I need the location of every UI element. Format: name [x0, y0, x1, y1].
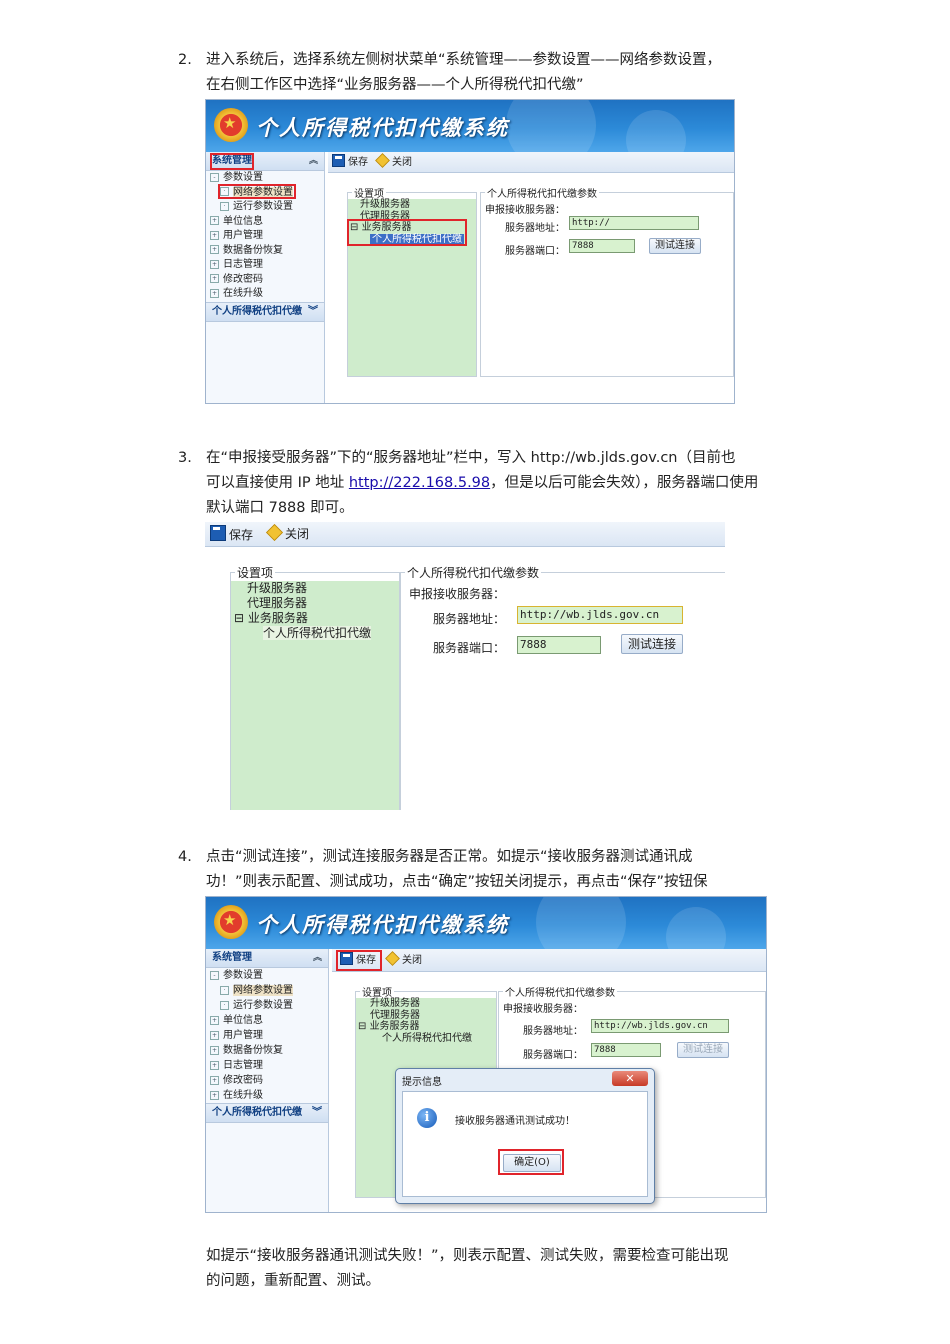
step-text: 进入系统后，选择系统左侧树状菜单“系统管理——参数设置——网络参数设置， 在右侧…: [206, 52, 722, 93]
menu-item[interactable]: + 单位信息: [206, 215, 324, 230]
save-button[interactable]: 保存: [210, 525, 253, 542]
highlight-box: [210, 153, 254, 170]
dialog-title: 提示信息: [402, 1077, 442, 1088]
server-port-input[interactable]: 7888: [591, 1043, 661, 1057]
dialog-close-button[interactable]: ✕: [612, 1071, 648, 1086]
tree-item[interactable]: 升级服务器: [231, 581, 399, 596]
info-dialog: 提示信息 ✕ i 接收服务器通讯测试成功！ 确定(O): [395, 1068, 655, 1204]
menu-item[interactable]: + 数据备份恢复: [206, 1043, 328, 1058]
menu-item[interactable]: + 数据备份恢复: [206, 244, 324, 259]
tree-item[interactable]: ⊟ 业务服务器: [231, 611, 399, 626]
failure-note: 如提示“接收服务器通讯测试失败！”，则表示配置、测试失败，需要检查可能出现 的问…: [206, 1248, 729, 1289]
menu-item[interactable]: - 参数设置: [206, 968, 328, 983]
dialog-body: i 接收服务器通讯测试成功！ 确定(O): [402, 1091, 648, 1197]
tree-item[interactable]: ⊟ 业务服务器: [356, 1021, 496, 1033]
step-number: 4.: [178, 849, 192, 865]
tree-item[interactable]: 代理服务器: [231, 596, 399, 611]
sidebar-header[interactable]: 系统管理 ︽: [206, 949, 328, 968]
dialog-message: 接收服务器通讯测试成功！: [455, 1116, 575, 1127]
server-port-input[interactable]: 7888: [569, 239, 635, 253]
ip-address-link[interactable]: http://222.168.5.98: [349, 475, 490, 491]
menu-item[interactable]: + 日志管理: [206, 258, 324, 273]
menu-item[interactable]: · 运行参数设置: [206, 998, 328, 1013]
server-address-input[interactable]: http://: [569, 216, 699, 230]
step-text: 点击“测试连接”，测试连接服务器是否正常。如提示“接收服务器测试通讯成 功！”则…: [206, 849, 708, 890]
emblem-icon: [214, 108, 248, 142]
tree-item[interactable]: 升级服务器: [348, 199, 476, 211]
test-connection-button[interactable]: 测试连接: [621, 634, 683, 654]
close-button[interactable]: 关闭: [385, 951, 422, 968]
params-fieldset: 个人所得税代扣代缴参数 申报接收服务器： 服务器地址： http://wb.jl…: [400, 564, 725, 810]
toolbar: 保存 关闭: [328, 152, 734, 173]
menu-item[interactable]: + 修改密码: [206, 1073, 328, 1088]
step-number: 3.: [178, 450, 192, 466]
menu-item[interactable]: + 在线升级: [206, 287, 324, 302]
sidebar-footer[interactable]: 个人所得税代扣代缴 ︾: [206, 301, 324, 322]
settings-fieldset: 设置项 升级服务器 代理服务器 ⊟ 业务服务器 个人所得税代扣代缴: [230, 564, 400, 810]
screenshot-address-filled: 保存 关闭 设置项 升级服务器 代理服务器 ⊟ 业务服务器 个人所得税代扣代缴 …: [205, 522, 725, 810]
toolbar: 保存 关闭: [205, 522, 725, 547]
server-port-input[interactable]: 7888: [517, 636, 601, 654]
screenshot-test-success: 个人所得税代扣代缴系统 系统管理︽ -参数设置 ·网络参数设置 ·运行参数设置 …: [205, 896, 767, 1213]
app-title: 个人所得税代扣代缴系统: [256, 115, 509, 140]
menu-item[interactable]: + 用户管理: [206, 229, 324, 244]
app-banner: 个人所得税代扣代缴系统: [206, 100, 734, 152]
chevron-down-icon: ︾: [308, 305, 318, 317]
chevron-up-icon: ︽: [312, 953, 322, 963]
chevron-up-icon: ︽: [308, 156, 318, 166]
save-icon: [332, 154, 345, 167]
info-icon: i: [417, 1108, 437, 1128]
menu-item-network[interactable]: · 网络参数设置: [206, 983, 328, 998]
app-banner: 个人所得税代扣代缴系统: [206, 897, 766, 949]
close-icon: [375, 153, 390, 168]
menu-item[interactable]: + 在线升级: [206, 1088, 328, 1103]
highlight-box: [336, 950, 382, 971]
close-button[interactable]: 关闭: [266, 524, 309, 541]
save-icon: [210, 525, 226, 541]
tree-item[interactable]: 代理服务器: [356, 1010, 496, 1022]
chevron-down-icon: ︾: [312, 1107, 322, 1118]
tree-item-selected[interactable]: 个人所得税代扣代缴: [356, 1033, 496, 1045]
step-number: 2.: [178, 52, 192, 68]
save-button[interactable]: 保存: [332, 154, 368, 170]
tree-item-selected[interactable]: 个人所得税代扣代缴: [231, 626, 399, 641]
test-connection-button[interactable]: 测试连接: [649, 238, 701, 254]
menu-item[interactable]: + 单位信息: [206, 1013, 328, 1028]
highlight-box: [498, 1149, 564, 1175]
highlight-box: [218, 184, 296, 199]
step-text: 在“申报接受服务器”下的“服务器地址”栏中，写入 http://wb.jlds.…: [206, 450, 759, 516]
toolbar: 保存 关闭: [332, 949, 766, 972]
highlight-box: [347, 219, 467, 246]
close-icon: [385, 951, 400, 966]
close-icon: [266, 524, 283, 541]
menu-item[interactable]: · 运行参数设置: [206, 200, 324, 215]
menu-item[interactable]: + 用户管理: [206, 1028, 328, 1043]
emblem-icon: [214, 905, 248, 939]
sidebar: 系统管理 ︽ - 参数设置 · 网络参数设置 · 运行参数设置 + 单位信息 + 用户管理 …: [206, 949, 329, 1212]
sidebar-footer[interactable]: 个人所得税代扣代缴 ︾: [206, 1103, 328, 1123]
menu-item[interactable]: + 日志管理: [206, 1058, 328, 1073]
tree-item[interactable]: 升级服务器: [356, 998, 496, 1010]
menu-item[interactable]: + 修改密码: [206, 273, 324, 288]
app-title: 个人所得税代扣代缴系统: [256, 912, 509, 937]
close-button[interactable]: 关闭: [375, 153, 412, 170]
test-connection-button[interactable]: 测试连接: [677, 1042, 729, 1058]
screenshot-network-settings: 个人所得税代扣代缴系统 系统管理︽ -参数设置 ·网络参数设置 ·运行参数设置 …: [205, 99, 735, 404]
params-fieldset: 个人所得税代扣代缴参数 申报接收服务器： 服务器地址： http:// 服务器端…: [480, 185, 734, 377]
settings-tree: 升级服务器 代理服务器 ⊟ 业务服务器 个人所得税代扣代缴: [231, 581, 399, 810]
server-address-input[interactable]: http://wb.jlds.gov.cn: [517, 606, 683, 624]
server-address-input[interactable]: http://wb.jlds.gov.cn: [591, 1019, 729, 1033]
